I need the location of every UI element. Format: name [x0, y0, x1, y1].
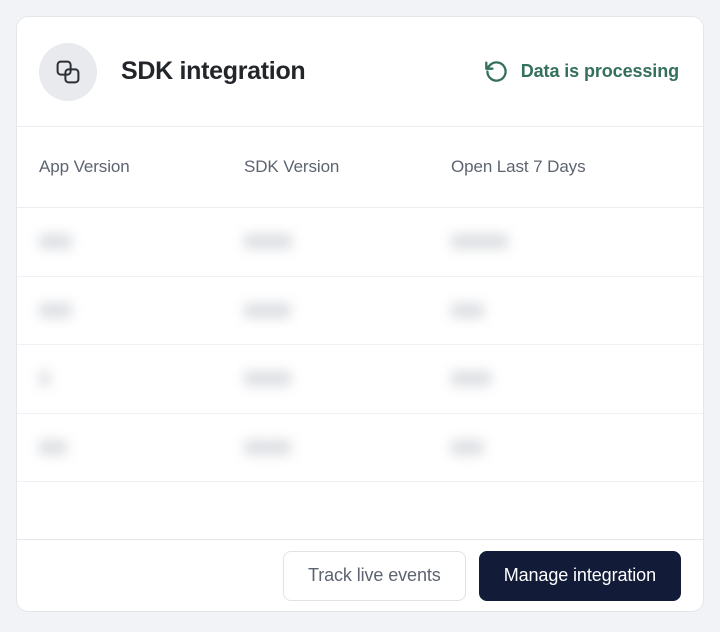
table-cell-app-version — [39, 371, 244, 387]
redacted-value — [244, 439, 291, 455]
table-row — [17, 208, 703, 277]
redacted-value — [451, 371, 491, 387]
column-header-label: Open Last 7 Days — [451, 157, 586, 176]
redacted-value — [39, 371, 50, 387]
column-header-sdk-version: SDK Version — [244, 157, 451, 177]
status-label: Data is processing — [520, 61, 679, 81]
card-footer: Track live events Manage integration — [17, 539, 703, 611]
column-header-app-version: App Version — [39, 157, 244, 177]
table-cell-sdk-version — [244, 371, 451, 387]
table-cell-open-last-7-days — [451, 439, 679, 455]
table-body — [17, 208, 703, 482]
column-header-label: App Version — [39, 157, 130, 176]
table-cell-sdk-version — [244, 302, 451, 318]
table-cell-sdk-version — [244, 234, 451, 250]
card-header: SDK integration Data is processing — [17, 17, 703, 127]
table-cell-app-version — [39, 234, 244, 250]
redacted-value — [451, 234, 508, 250]
table-cell-app-version — [39, 439, 244, 455]
rotate-ccw-icon — [483, 58, 510, 85]
redacted-value — [451, 439, 484, 455]
table-row — [17, 345, 703, 414]
copy-stack-icon — [39, 42, 97, 101]
column-header-open-last-7-days: Open Last 7 Days — [451, 157, 679, 177]
table-cell-open-last-7-days — [451, 371, 679, 387]
sdk-versions-table: App Version SDK Version Open Last 7 Days — [17, 127, 703, 539]
table-cell-open-last-7-days — [451, 234, 679, 250]
card-header-left: SDK integration — [39, 42, 483, 101]
table-cell-open-last-7-days — [451, 302, 679, 318]
page-title: SDK integration — [121, 57, 306, 85]
sdk-integration-card: SDK integration Data is processing App V… — [16, 16, 704, 612]
table-cell-app-version — [39, 302, 244, 318]
table-row — [17, 277, 703, 345]
table-row — [17, 414, 703, 482]
manage-integration-button[interactable]: Manage integration — [478, 550, 681, 601]
table-header-row: App Version SDK Version Open Last 7 Days — [17, 127, 703, 208]
redacted-value — [244, 234, 292, 250]
redacted-value — [244, 302, 291, 318]
redacted-value — [451, 302, 484, 318]
table-cell-sdk-version — [244, 439, 451, 455]
redacted-value — [244, 371, 291, 387]
column-header-label: SDK Version — [244, 157, 340, 176]
redacted-value — [39, 439, 67, 455]
track-live-events-button[interactable]: Track live events — [283, 550, 466, 601]
redacted-value — [39, 234, 72, 250]
status-badge: Data is processing — [483, 58, 679, 85]
redacted-value — [39, 302, 72, 318]
table-empty-space — [17, 482, 703, 539]
